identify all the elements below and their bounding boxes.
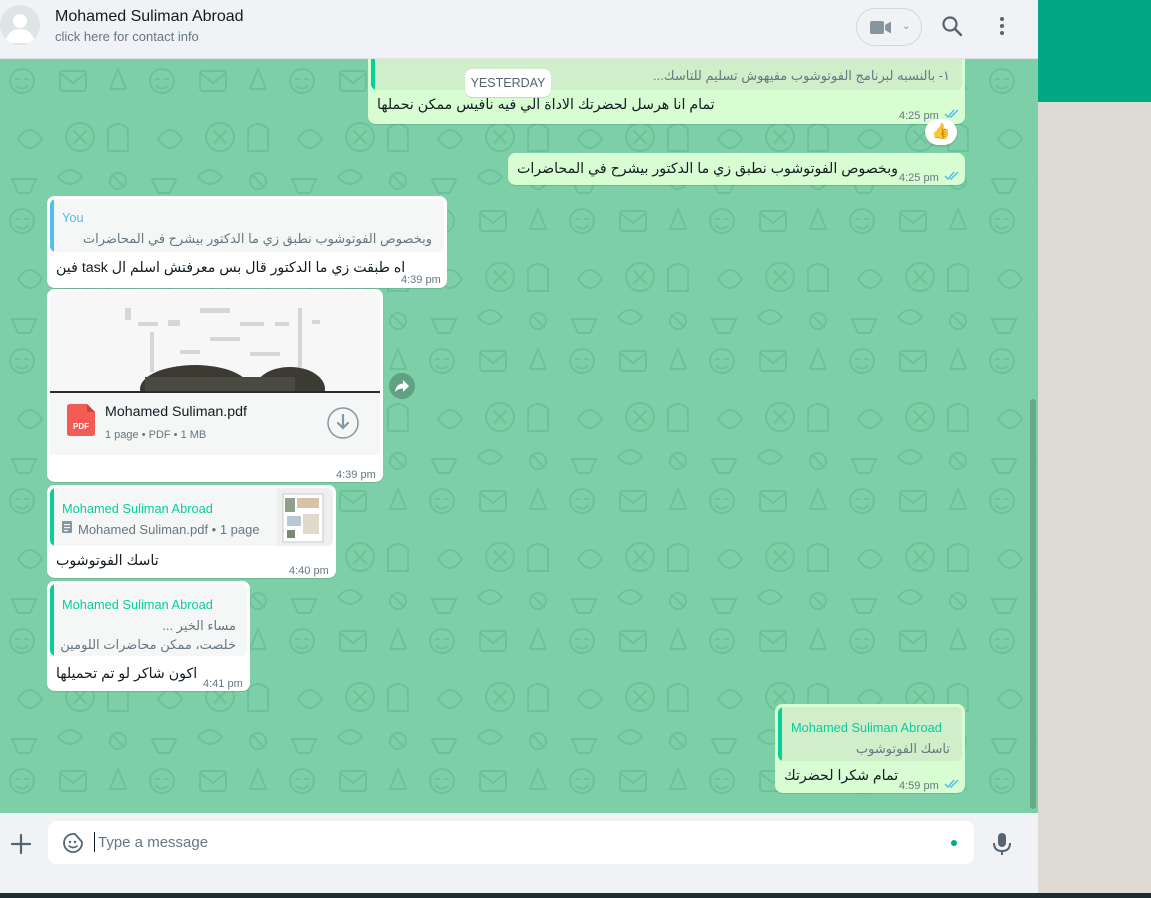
message-list[interactable]: ١- بالنسبه لبرنامج الفوتوشوب مفيهوش تسلي… <box>0 59 1038 813</box>
contact-info-hint[interactable]: click here for contact info <box>55 29 199 44</box>
message-time: 4:59 pm <box>899 780 939 792</box>
message-bubble-outgoing[interactable]: وبخصوص الفوتوشوب نطبق زي ما الدكتور بيشر… <box>508 153 965 185</box>
message-text: تاسك الفوتوشوب <box>56 553 159 569</box>
message-time: 4:39 pm <box>401 274 441 286</box>
forward-icon <box>395 380 409 392</box>
chat-window: Mohamed Suliman Abroad click here for co… <box>0 0 1038 898</box>
message-text: وبخصوص الفوتوشوب نطبق زي ما الدكتور بيشر… <box>517 161 899 177</box>
quote-accent-bar <box>50 488 54 546</box>
reaction-badge[interactable]: 👍 <box>925 119 957 145</box>
quote-accent-bar <box>778 707 782 761</box>
menu-icon[interactable] <box>990 14 1014 38</box>
download-icon[interactable] <box>327 407 359 439</box>
quote-accent-bar <box>371 59 375 90</box>
quoted-thumbnail <box>277 488 333 546</box>
chat-header[interactable]: Mohamed Suliman Abroad click here for co… <box>0 0 1038 59</box>
read-receipt-icon <box>944 779 959 789</box>
message-time: 4:39 pm <box>336 469 376 481</box>
quoted-text-line-1: مساء الخير ... <box>162 618 236 633</box>
quoted-message[interactable]: You وبخصوص الفوتوشوب نطبق زي ما الدكتور … <box>50 199 444 252</box>
message-bubble-outgoing[interactable]: Mohamed Suliman Abroad تاسك الفوتوشوب تم… <box>775 704 965 793</box>
quoted-message[interactable]: Mohamed Suliman Abroad Mohamed Suliman.p… <box>50 488 333 546</box>
message-bubble-incoming[interactable]: Mohamed Suliman Abroad Mohamed Suliman.p… <box>47 485 336 578</box>
quoted-text: تاسك الفوتوشوب <box>855 741 950 756</box>
emoji-sticker-icon[interactable] <box>62 832 84 854</box>
message-text: اكون شاكر لو تم تحميلها <box>56 666 198 682</box>
quoted-text: ١- بالنسبه لبرنامج الفوتوشوب مفيهوش تسلي… <box>653 68 950 83</box>
contact-avatar[interactable] <box>0 5 40 45</box>
quoted-sender: You <box>62 210 84 225</box>
pdf-page-preview <box>50 292 380 393</box>
status-dot <box>951 840 957 846</box>
document-message[interactable]: PDF Mohamed Suliman.pdf 1 page • PDF • 1… <box>47 289 383 482</box>
default-avatar-icon <box>0 5 40 45</box>
quoted-message[interactable]: Mohamed Suliman Abroad تاسك الفوتوشوب <box>778 707 962 761</box>
video-camera-icon <box>870 21 891 34</box>
read-receipt-icon <box>944 109 959 119</box>
video-call-button[interactable]: ⌄ <box>856 8 922 46</box>
pdf-preview-thumbnail[interactable] <box>50 292 380 393</box>
message-time: 4:25 pm <box>899 172 939 184</box>
quoted-text-line-2: خلصت، ممكن محاضرات اللومين <box>60 637 236 652</box>
forward-button[interactable] <box>389 373 415 399</box>
file-meta: 1 page • PDF • 1 MB <box>105 429 207 441</box>
quoted-sender: Mohamed Suliman Abroad <box>62 597 213 612</box>
quoted-text: Mohamed Suliman.pdf • 1 page <box>78 522 260 537</box>
quoted-sender: Mohamed Suliman Abroad <box>62 501 213 516</box>
message-bubble-outgoing[interactable]: ١- بالنسبه لبرنامج الفوتوشوب مفيهوش تسلي… <box>368 59 965 124</box>
attach-plus-icon[interactable] <box>8 831 34 857</box>
text-cursor <box>94 832 95 852</box>
document-icon <box>62 521 72 533</box>
message-text: اه طبقت زي ما الدكتور قال بس معرفتش اسلم… <box>56 260 406 276</box>
contact-name[interactable]: Mohamed Suliman Abroad <box>55 8 244 26</box>
pdf-badge-label: PDF <box>73 422 89 431</box>
message-bubble-incoming[interactable]: You وبخصوص الفوتوشوب نطبق زي ما الدكتور … <box>47 196 447 288</box>
message-text: تمام انا هرسل لحضرتك الاداة الي فيه نافي… <box>377 97 715 113</box>
chat-scrollbar[interactable] <box>1030 399 1036 809</box>
search-icon[interactable] <box>940 14 964 38</box>
read-receipt-icon <box>944 171 959 181</box>
quoted-sender: Mohamed Suliman Abroad <box>791 720 942 735</box>
quoted-message[interactable]: ١- بالنسبه لبرنامج الفوتوشوب مفيهوش تسلي… <box>371 59 962 90</box>
quote-accent-bar <box>50 199 54 252</box>
quoted-text: وبخصوص الفوتوشوب نطبق زي ما الدكتور بيشر… <box>82 231 432 246</box>
background-green-band <box>1038 0 1151 102</box>
quoted-message[interactable]: Mohamed Suliman Abroad مساء الخير ... خل… <box>50 584 247 656</box>
message-input[interactable]: Type a message <box>48 821 974 864</box>
quote-accent-bar <box>50 584 54 656</box>
message-bubble-incoming[interactable]: Mohamed Suliman Abroad مساء الخير ... خل… <box>47 581 250 691</box>
window-bottom-edge <box>0 893 1151 898</box>
message-text: تمام شكرا لحضرتك <box>784 768 899 784</box>
microphone-icon[interactable] <box>990 831 1014 857</box>
message-time: 4:40 pm <box>289 565 329 577</box>
message-placeholder: Type a message <box>98 834 209 851</box>
date-divider: YESTERDAY <box>465 69 551 97</box>
message-time: 4:41 pm <box>203 678 243 690</box>
file-info-row[interactable]: PDF Mohamed Suliman.pdf 1 page • PDF • 1… <box>50 393 380 455</box>
chevron-down-icon: ⌄ <box>902 21 911 32</box>
message-composer: Type a message <box>0 813 1038 893</box>
file-name: Mohamed Suliman.pdf <box>105 404 247 420</box>
background-panel <box>1038 102 1151 898</box>
